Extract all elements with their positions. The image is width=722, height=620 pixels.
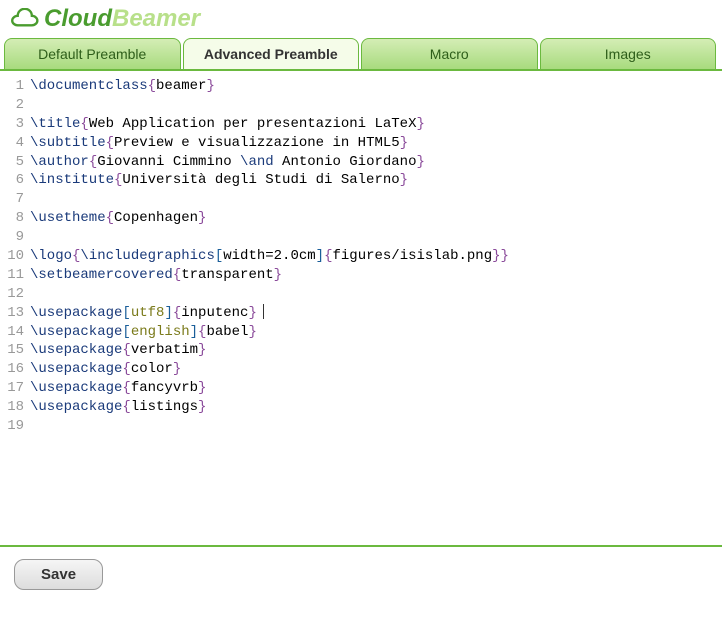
code-line (30, 190, 722, 209)
app-logo-text: CloudBeamer (44, 5, 200, 33)
code-line: \usepackage[utf8]{inputenc} (30, 304, 722, 323)
code-line (30, 228, 722, 247)
save-button[interactable]: Save (14, 559, 103, 590)
code-line: \usepackage{listings} (30, 398, 722, 417)
line-gutter: 12345678910111213141516171819 (0, 77, 30, 541)
code-line (30, 96, 722, 115)
footer-bar: Save (0, 547, 722, 602)
code-line: \setbeamercovered{transparent} (30, 266, 722, 285)
code-line: \usepackage{fancyvrb} (30, 379, 722, 398)
tab-images[interactable]: Images (540, 38, 717, 69)
code-line (30, 285, 722, 304)
code-line: \logo{\includegraphics[width=2.0cm]{figu… (30, 247, 722, 266)
tab-macro[interactable]: Macro (361, 38, 538, 69)
code-line: \documentclass{beamer} (30, 77, 722, 96)
tab-default-preamble[interactable]: Default Preamble (4, 38, 181, 69)
code-line: \usetheme{Copenhagen} (30, 209, 722, 228)
code-line: \institute{Università degli Studi di Sal… (30, 171, 722, 190)
code-line: \author{Giovanni Cimmino \and Antonio Gi… (30, 153, 722, 172)
code-line (30, 417, 722, 436)
app-header: CloudBeamer (0, 0, 722, 38)
code-area[interactable]: \documentclass{beamer} \title{Web Applic… (30, 77, 722, 541)
code-line: \usepackage{verbatim} (30, 341, 722, 360)
code-editor[interactable]: 12345678910111213141516171819 \documentc… (0, 71, 722, 541)
code-line: \title{Web Application per presentazioni… (30, 115, 722, 134)
code-line: \usepackage[english]{babel} (30, 323, 722, 342)
code-line: \subtitle{Preview e visualizzazione in H… (30, 134, 722, 153)
tab-advanced-preamble[interactable]: Advanced Preamble (183, 38, 360, 69)
code-line: \usepackage{color} (30, 360, 722, 379)
tab-bar: Default Preamble Advanced Preamble Macro… (0, 38, 722, 71)
cloud-icon (8, 8, 40, 30)
